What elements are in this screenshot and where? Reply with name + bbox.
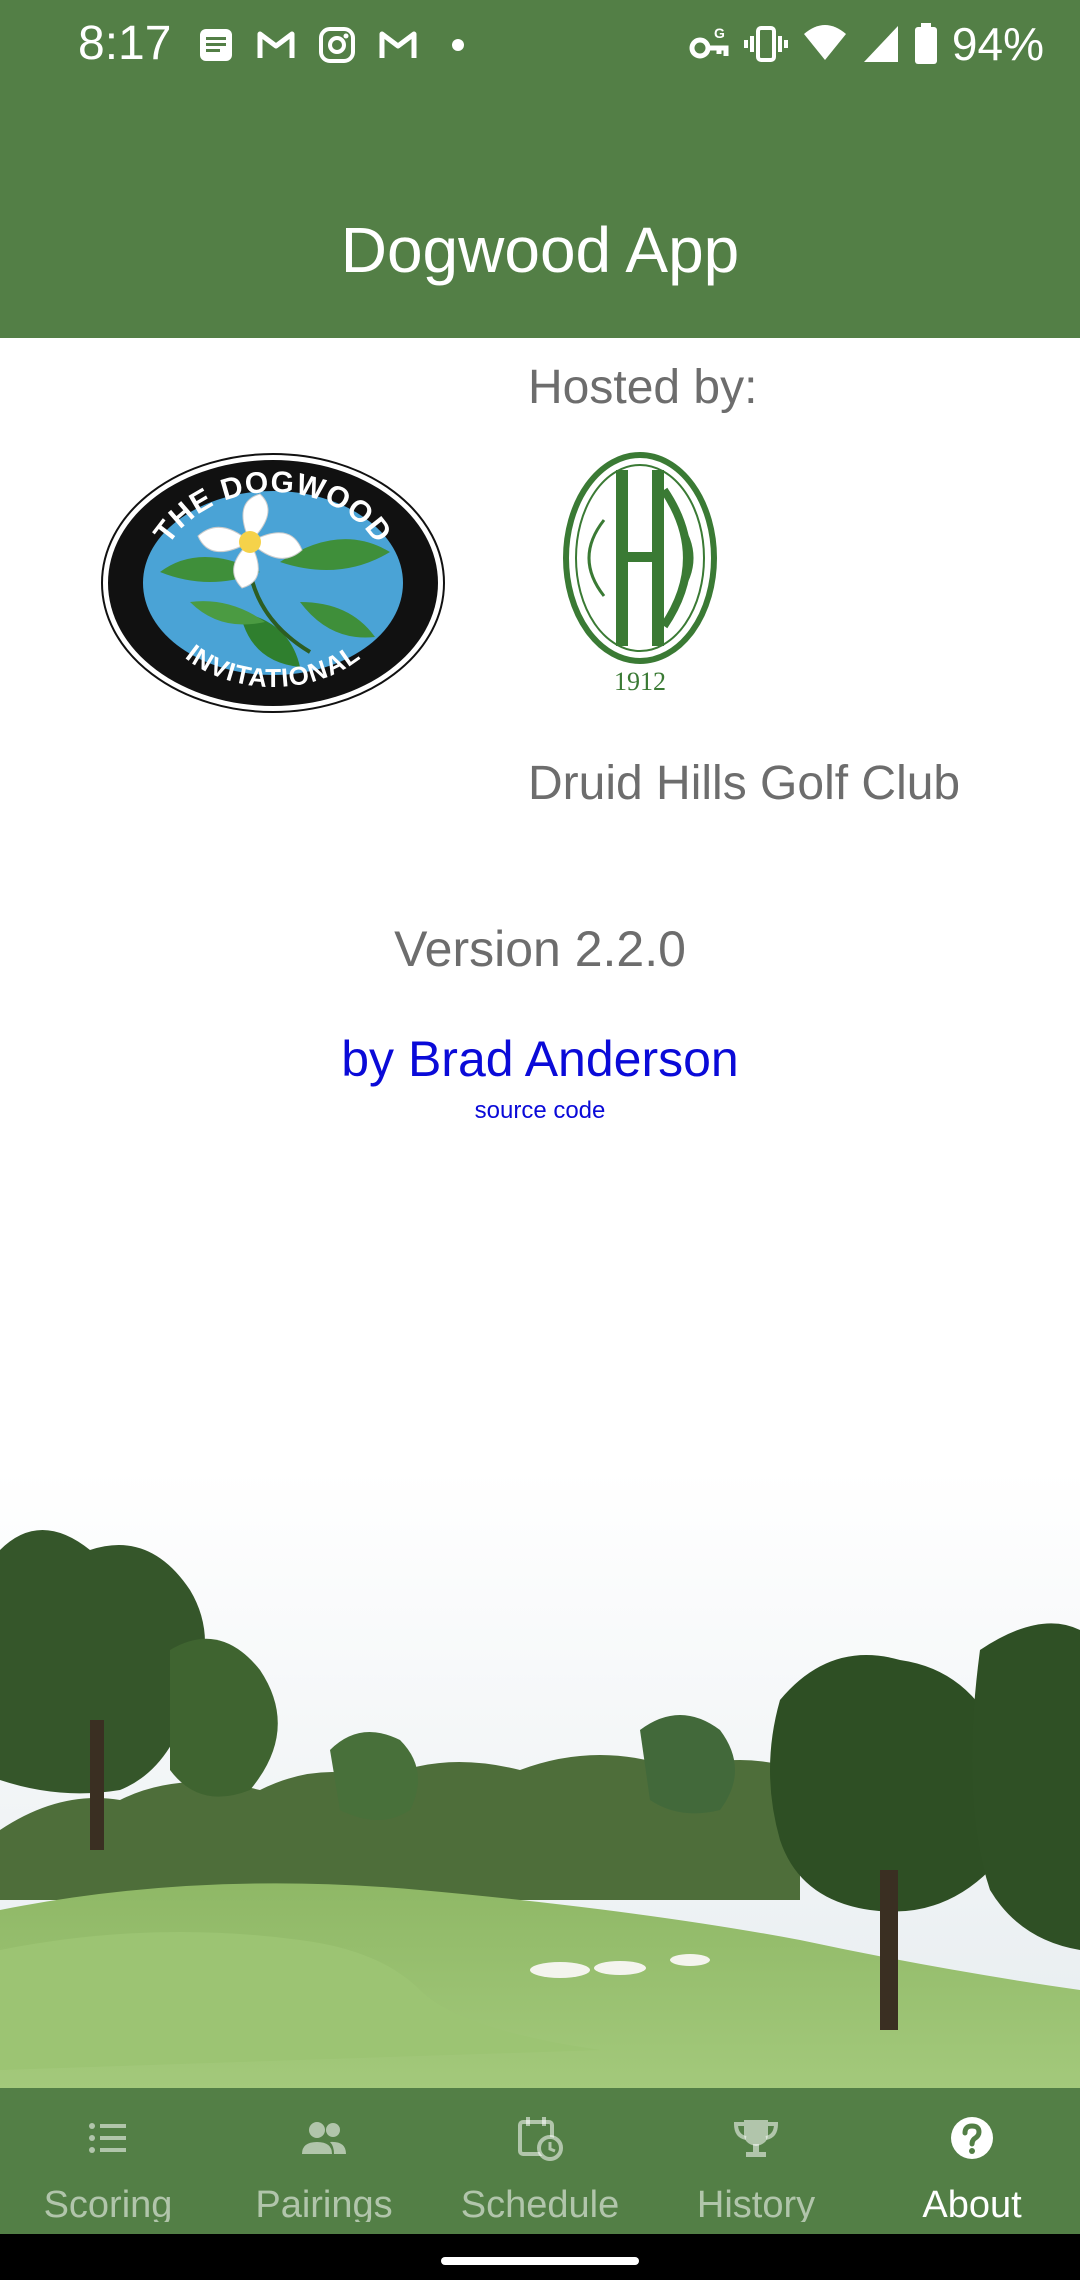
vpn-key-icon: G <box>689 25 729 59</box>
help-circle-icon <box>951 2117 993 2159</box>
battery-icon <box>914 23 937 64</box>
dot-icon <box>452 39 464 51</box>
vibrate-icon <box>743 26 788 62</box>
home-indicator[interactable] <box>441 2257 639 2265</box>
hosted-by-label: Hosted by: <box>528 361 758 414</box>
trophy-icon <box>733 2120 779 2157</box>
tab-about-label: About <box>922 2184 1022 2222</box>
people-icon <box>302 2122 346 2154</box>
app-title: Dogwood App <box>340 214 740 286</box>
tab-history[interactable]: History <box>648 2088 864 2234</box>
instagram-icon <box>319 27 355 63</box>
tab-about[interactable]: About <box>864 2088 1080 2234</box>
club-name: Druid Hills Golf Club <box>528 757 961 810</box>
system-status: G 94% <box>688 14 1044 74</box>
tab-history-label: History <box>696 2184 816 2222</box>
source-code-link[interactable]: source code <box>0 1097 1080 1125</box>
golf-course-image <box>0 1470 1080 2088</box>
tab-pairings[interactable]: Pairings <box>216 2088 432 2234</box>
bottom-navigation: Scoring Pairings Schedule History About <box>0 2088 1080 2234</box>
version-text: Version 2.2.0 <box>394 921 686 977</box>
tab-schedule-label: Schedule <box>460 2184 620 2222</box>
list-icon <box>89 2123 126 2153</box>
druid-hills-logo: 1912 <box>563 452 717 696</box>
tab-scoring[interactable]: Scoring <box>0 2088 216 2234</box>
tab-schedule[interactable]: Schedule <box>432 2088 648 2234</box>
wifi-icon <box>803 25 846 60</box>
tab-scoring-label: Scoring <box>43 2184 173 2222</box>
gesture-bar <box>0 2234 1080 2280</box>
message-icon <box>200 29 232 61</box>
status-bar: 8:17 G 94% <box>0 0 1080 92</box>
app-header: 8:17 G 94% Dogwood App <box>0 0 1080 338</box>
svg-text:G: G <box>714 25 725 41</box>
signal-icon <box>863 26 898 62</box>
gmail-icon <box>379 31 417 58</box>
club-year: 1912 <box>614 667 666 696</box>
calendar-clock-icon <box>518 2117 563 2161</box>
status-time: 8:17 <box>78 17 172 70</box>
author-link[interactable]: by Brad Anderson <box>0 1030 1080 1088</box>
gmail-icon <box>257 31 295 58</box>
dogwood-invitational-logo: THE DOGWOOD INVITATIONAL <box>101 453 445 713</box>
tab-pairings-label: Pairings <box>255 2184 393 2222</box>
battery-percent: 94% <box>951 18 1044 70</box>
